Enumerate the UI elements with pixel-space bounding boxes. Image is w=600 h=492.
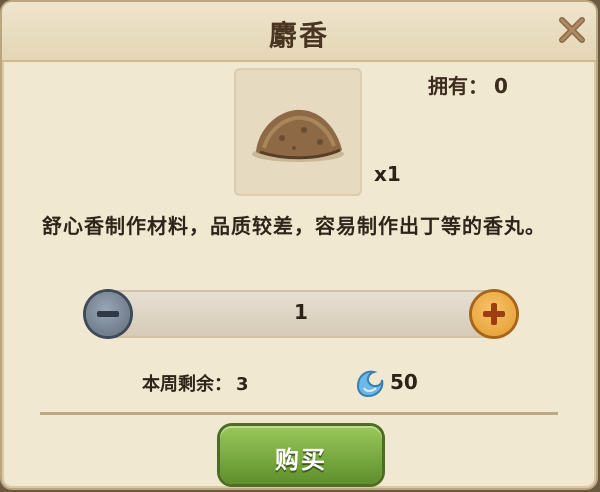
owned-count: 拥有： 0 — [422, 70, 508, 99]
musk-lump-icon — [252, 109, 344, 162]
owned-label: 拥有： — [428, 74, 488, 98]
blue-currency-icon — [356, 370, 384, 398]
weekly-remaining-value: 3 — [236, 374, 249, 395]
quantity-value[interactable]: 1 — [104, 300, 498, 324]
weekly-remaining-label: 本周剩余： — [142, 374, 232, 395]
buy-button[interactable]: 购买 — [220, 426, 382, 484]
buy-button-label: 购买 — [275, 446, 327, 474]
shop-dialog: 麝香 拥有： 0 x1 舒心香制作材料，品质较差，容易制作出丁等的香丸。 1 本… — [2, 2, 596, 488]
item-slot — [234, 68, 362, 196]
item-description: 舒心香制作材料，品质较差，容易制作出丁等的香丸。 — [42, 214, 546, 238]
close-icon — [559, 17, 585, 43]
weekly-remaining: 本周剩余： 3 — [142, 370, 249, 396]
price-value: 50 — [390, 370, 418, 394]
dialog-title: 麝香 — [268, 19, 329, 52]
item-quantity: x1 — [374, 162, 401, 186]
minus-icon — [97, 311, 119, 317]
owned-value: 0 — [494, 74, 508, 98]
title-bar: 麝香 — [2, 2, 596, 62]
increase-button[interactable] — [472, 292, 516, 336]
quantity-stepper: 1 — [86, 286, 516, 342]
divider — [40, 412, 558, 415]
decrease-button[interactable] — [86, 292, 130, 336]
close-button[interactable] — [554, 12, 590, 48]
plus-icon — [483, 303, 505, 325]
